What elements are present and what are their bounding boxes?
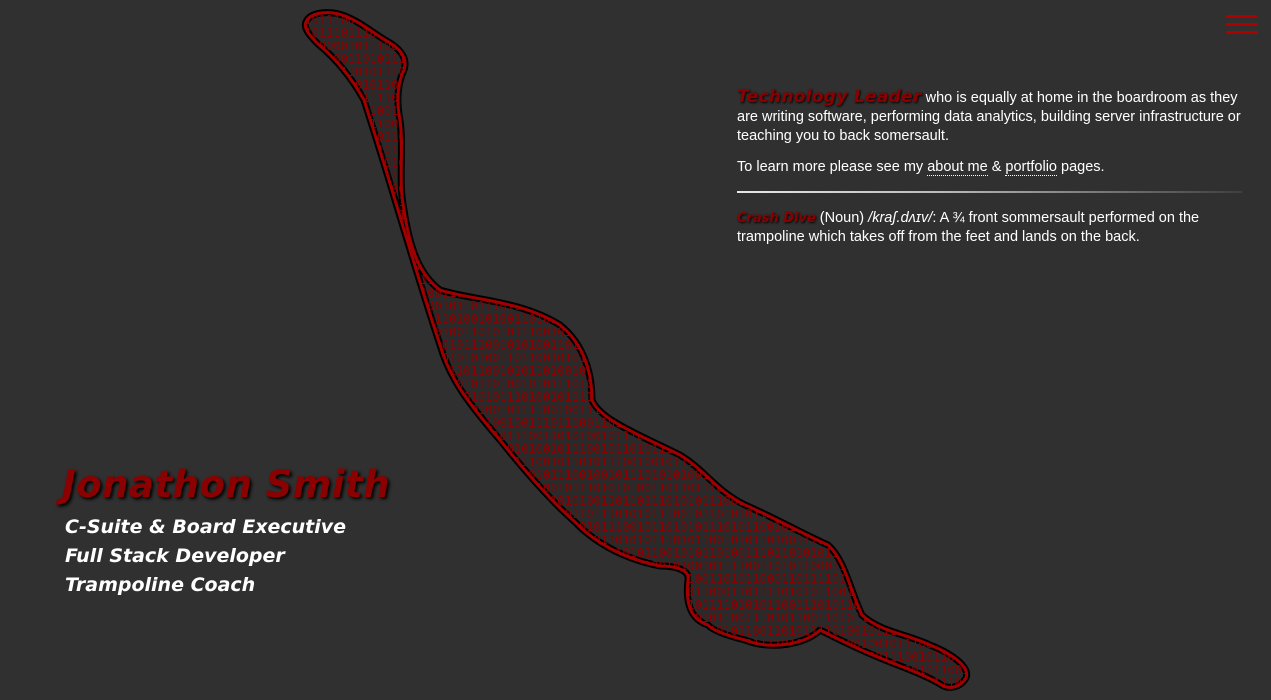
menu-bar: [1226, 15, 1258, 18]
binary-row: 1110101110010110101111001010010111100110…: [290, 611, 1012, 625]
binary-row: 0101110011010111010111001011010111100101…: [290, 52, 1012, 66]
binary-row: 1010111001011101110000101110011010111010…: [290, 13, 1012, 27]
binary-row: 0110111010010011001001011011101001010011…: [290, 299, 1012, 313]
learn-more-paragraph: To learn more please see my about me & p…: [737, 158, 1242, 177]
binary-row: 0100100110010010110111010010100110101011…: [290, 312, 1012, 326]
definition-paragraph: Crash Dive (Noun) /kraʃ.dʌɪv/: A ¾ front…: [737, 209, 1242, 247]
learn-more-prefix: To learn more please see my: [737, 159, 928, 175]
roles-list: C-Suite & Board Executive Full Stack Dev…: [62, 513, 422, 600]
hero-name: Jonathon Smith: [62, 463, 391, 506]
binary-row: 1010110011011101001001100100101101110100…: [290, 286, 1012, 300]
role-executive: C-Suite & Board Executive: [65, 516, 347, 538]
binary-row: 1001010010111100110101100011011110101011…: [290, 650, 1012, 664]
menu-bar: [1226, 31, 1258, 34]
page: 1010111001011101110000101110011010111010…: [0, 0, 1271, 700]
learn-more-suffix: pages.: [1057, 159, 1105, 175]
ampersand: &: [987, 159, 1006, 175]
binary-row: 0110101110101110010110101111001010010111…: [290, 65, 1012, 79]
intro-panel: Technology Leader who is equally at home…: [737, 88, 1242, 247]
role-coach: Trampoline Coach: [65, 574, 256, 596]
binary-row: 1010111100101001011110011010110001101111…: [290, 637, 1012, 651]
crash-dive-term: Crash Dive: [737, 211, 816, 226]
about-me-link[interactable]: about me: [927, 159, 988, 176]
binary-row: 0011010110001101111010101100111010110011…: [290, 676, 1012, 690]
divider: [737, 191, 1242, 193]
binary-row: 0101110010101001101100101011010010101110…: [290, 377, 1012, 391]
binary-row: 1001101010111001010100110110010101101001…: [290, 364, 1012, 378]
binary-row: 0011010111010111001011010111100101001011…: [290, 598, 1012, 612]
binary-row: 0111010010111100100111011100110101001011…: [290, 442, 1012, 456]
portfolio-link[interactable]: portfolio: [1005, 159, 1057, 176]
binary-row: 1100111001011010101100110111010010011001…: [290, 260, 1012, 274]
name-block: Jonathon Smith C-Suite & Board Executive…: [62, 462, 422, 600]
hamburger-menu-icon[interactable]: [1226, 12, 1260, 36]
binary-row: 0101011010010101110100101111001001110111…: [290, 416, 1012, 430]
binary-row: 0100101110011100101101010110011011101001…: [290, 247, 1012, 261]
binary-row: 0010110101011001101110100100110010010110…: [290, 273, 1012, 287]
binary-row: 0110110010101101001010111010010111100100…: [290, 403, 1012, 417]
definition-pos: (Noun): [815, 210, 869, 226]
technology-leader-heading: Technology Leader: [737, 87, 922, 107]
menu-bar: [1226, 23, 1258, 26]
binary-row: 0010111011100001011100110101110101110010…: [290, 26, 1012, 40]
intro-paragraph: Technology Leader who is equally at home…: [737, 88, 1242, 146]
definition-pronunciation: /kraʃ.dʌɪv/: [868, 210, 933, 226]
role-developer: Full Stack Developer: [65, 545, 285, 567]
binary-row: 0101010011011001010110100101011101001011…: [290, 390, 1012, 404]
binary-row: 1010010100110101011100101010011011001010…: [290, 351, 1012, 365]
binary-row: 1011011101001010011010101110010101001101…: [290, 338, 1012, 352]
binary-row: 1100100101101110100101001101010111001010…: [290, 325, 1012, 339]
